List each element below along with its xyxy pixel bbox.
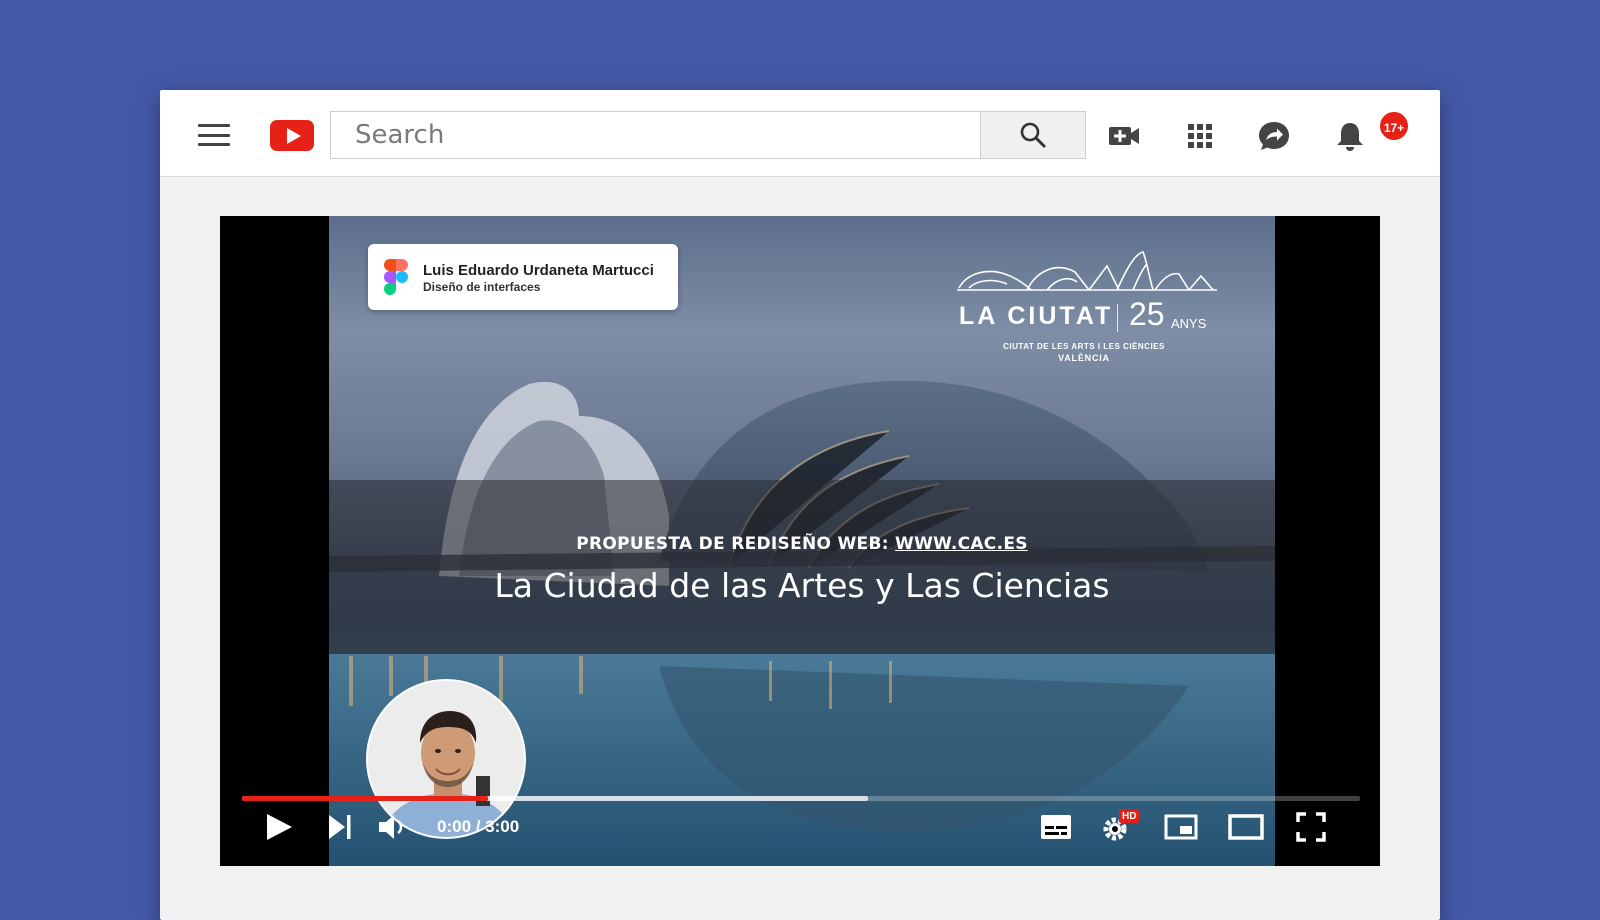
video-subtitle: PROPUESTA DE REDISEÑO WEB: WWW.CAC.ES <box>329 534 1275 554</box>
video-title: La Ciudad de las Artes y Las Ciencias <box>494 566 1110 605</box>
search-input[interactable] <box>330 111 980 159</box>
settings-button[interactable]: HD <box>1100 810 1140 844</box>
search-icon <box>1020 122 1046 148</box>
subtitles-icon[interactable] <box>1040 814 1072 840</box>
skyline-logo-icon <box>957 251 1217 291</box>
author-card: Luis Eduardo Urdaneta Martucci Diseño de… <box>368 244 678 310</box>
theater-mode-icon[interactable] <box>1228 814 1264 840</box>
apps-grid-icon[interactable] <box>1182 118 1218 154</box>
figma-logo-icon <box>384 259 408 295</box>
share-message-icon[interactable] <box>1256 118 1292 154</box>
notifications-bell-icon[interactable] <box>1332 118 1368 154</box>
video-player[interactable]: PROPUESTA DE REDISEÑO WEB: WWW.CAC.ES La… <box>220 216 1380 866</box>
browser-window: 17+ <box>160 90 1440 920</box>
volume-icon[interactable] <box>378 814 408 840</box>
author-name: Luis Eduardo Urdaneta Martucci <box>423 262 654 279</box>
video-subtitle-link: WWW.CAC.ES <box>895 534 1028 554</box>
notifications-count-badge: 17+ <box>1378 110 1410 142</box>
youtube-logo[interactable] <box>270 120 314 151</box>
progress-played <box>242 796 488 801</box>
brand-number: 25 <box>1129 296 1165 332</box>
progress-bar[interactable] <box>242 796 1360 801</box>
brand-logo: LA CIUTAT 25 ANYS CIUTAT DE LES ARTS I L… <box>949 246 1219 366</box>
next-icon[interactable] <box>328 814 352 840</box>
author-role: Diseño de interfaces <box>423 280 541 294</box>
miniplayer-icon[interactable] <box>1164 814 1198 840</box>
create-video-icon[interactable] <box>1106 118 1142 154</box>
brand-city: VALÈNCIA <box>1058 353 1110 363</box>
brand-name: LA CIUTAT <box>959 302 1114 330</box>
video-subtitle-prefix: PROPUESTA DE REDISEÑO WEB: <box>576 534 889 554</box>
hamburger-menu-icon[interactable] <box>198 124 230 146</box>
brand-unit: ANYS <box>1171 316 1207 331</box>
brand-subtitle: CIUTAT DE LES ARTS I LES CIÈNCIES <box>1003 342 1165 351</box>
brand-separator <box>1117 304 1118 332</box>
play-icon[interactable] <box>264 812 294 842</box>
hd-badge: HD <box>1119 810 1140 823</box>
masthead: 17+ <box>160 90 1440 177</box>
fullscreen-icon[interactable] <box>1296 812 1326 842</box>
time-display: 0:00 / 3:00 <box>437 817 520 836</box>
search-button[interactable] <box>980 111 1086 159</box>
